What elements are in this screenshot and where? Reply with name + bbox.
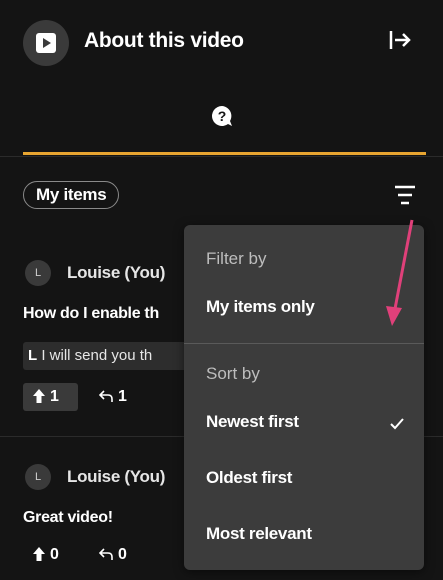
menu-item-oldest-first[interactable]: Oldest first: [206, 468, 292, 488]
reply-button[interactable]: 0: [98, 541, 127, 569]
upvote-icon: [33, 547, 45, 561]
menu-item-my-items-only[interactable]: My items only: [206, 297, 315, 317]
my-items-filter-chip[interactable]: My items: [23, 181, 120, 209]
comment-author: Louise (You): [67, 263, 166, 282]
divider: [0, 156, 443, 157]
reply-icon: [98, 548, 113, 560]
video-info-panel: About this video ? My items L Louise (Yo…: [0, 0, 443, 580]
exit-panel-icon[interactable]: [388, 28, 412, 52]
comment-author: Louise (You): [67, 467, 166, 486]
reply-initial: L: [28, 347, 38, 364]
upvote-button[interactable]: 1: [23, 383, 78, 411]
reply-icon: [98, 390, 113, 402]
reply-count: 1: [118, 388, 127, 405]
video-badge: [23, 20, 69, 66]
panel-title: About this video: [84, 29, 244, 52]
sort-by-heading: Sort by: [206, 364, 260, 383]
reply-preview[interactable]: L I will send you th: [23, 342, 203, 370]
svg-text:?: ?: [218, 108, 227, 124]
upvote-icon: [33, 389, 45, 403]
avatar: L: [25, 260, 51, 286]
filter-by-heading: Filter by: [206, 249, 267, 268]
question-bubble-icon[interactable]: ?: [210, 104, 234, 128]
active-tab-underline: [23, 152, 426, 155]
menu-item-most-relevant[interactable]: Most relevant: [206, 524, 312, 544]
avatar: L: [25, 464, 51, 490]
filter-sort-menu: Filter by My items only Sort by Newest f…: [184, 225, 424, 570]
filter-icon[interactable]: [394, 185, 418, 207]
comment-text: How do I enable th: [23, 305, 159, 322]
reply-button[interactable]: 1: [98, 383, 127, 411]
panel-header: About this video: [0, 0, 443, 84]
upvote-button[interactable]: 0: [33, 541, 59, 569]
menu-divider: [184, 343, 424, 344]
play-icon: [36, 33, 56, 53]
upvote-count: 1: [50, 388, 59, 405]
reply-count: 0: [118, 546, 127, 563]
upvote-count: 0: [50, 546, 59, 563]
menu-item-newest-first[interactable]: Newest first: [206, 412, 299, 432]
reply-text: I will send you th: [41, 347, 153, 364]
checkmark-icon: [390, 418, 404, 430]
comment-text: Great video!: [23, 509, 113, 526]
